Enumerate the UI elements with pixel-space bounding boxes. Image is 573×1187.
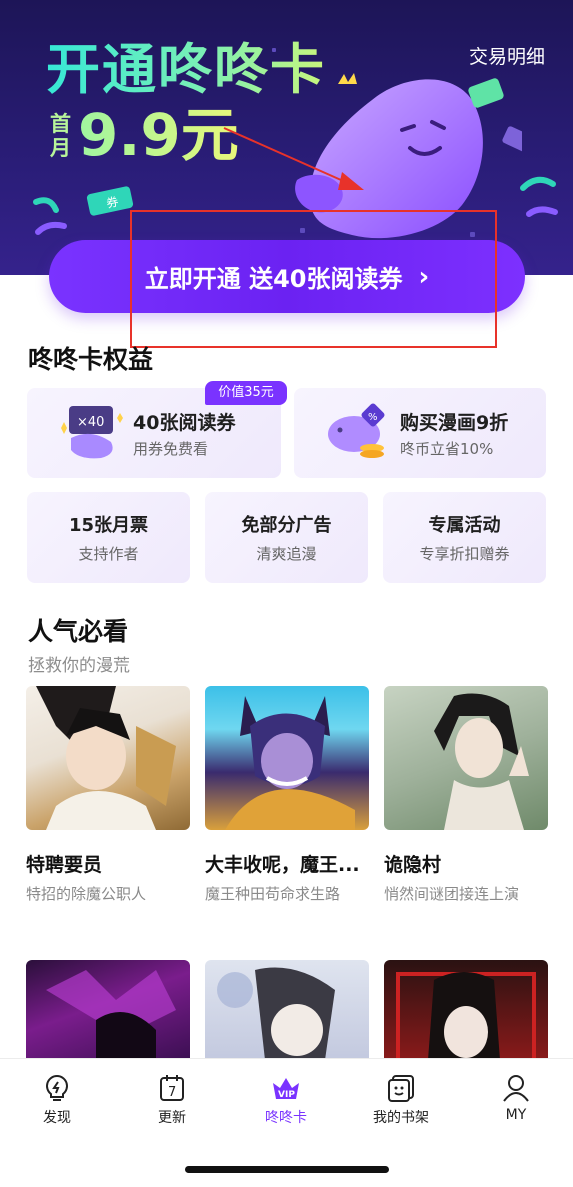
calendar-day-text: 7 [168, 1085, 176, 1100]
benefit-title: 40张阅读券 [133, 412, 236, 434]
benefit-title: 购买漫画9折 [400, 412, 509, 434]
annotation-arrow [223, 127, 364, 190]
confetti-icon [520, 176, 558, 217]
tab-label: MY [505, 1107, 527, 1123]
comic-cover[interactable] [205, 960, 369, 1060]
ticket-decoration-icon: 券 [86, 186, 134, 216]
benefit-card-tickets[interactable]: 价值35元 ×40 40张阅读券 用券免费看 [27, 381, 287, 478]
popular-subtitle: 拯救你的漫荒 [28, 656, 130, 676]
vip-icon: VIP [273, 1078, 299, 1100]
comic-description: 特招的除魔公职人 [26, 885, 147, 903]
tab-label: 更新 [158, 1110, 186, 1126]
benefit-title: 15张月票 [68, 515, 149, 536]
vip-icon-text: VIP [278, 1090, 295, 1100]
promo-title: 开通咚咚卡 [46, 38, 326, 101]
piggy-bank-icon: % [328, 403, 385, 458]
home-indicator [185, 1166, 389, 1173]
value-badge: 价值35元 [205, 381, 287, 405]
comic-cover[interactable] [384, 960, 548, 1060]
benefit-subtitle: 清爽追漫 [256, 545, 317, 563]
promo-price: 9.9元 [78, 101, 239, 169]
tab-label: 咚咚卡 [265, 1110, 307, 1126]
lightbulb-icon [46, 1074, 68, 1101]
tab-label: 我的书架 [373, 1110, 429, 1126]
tab-discover[interactable]: 发现 [17, 1073, 97, 1127]
promo-price-prefix: 首月 [50, 112, 71, 160]
tab-updates[interactable]: 7 更新 [132, 1073, 212, 1127]
benefit-subtitle: 专享折扣赠券 [419, 545, 510, 563]
comic-title: 诡隐村 [384, 854, 442, 876]
ticket-multiplier-label: ×40 [77, 415, 104, 430]
bookshelf-icon [388, 1075, 414, 1102]
comic-card[interactable]: 诡隐村 悄然间谜团接连上演 [384, 686, 548, 904]
ticket-icon: ×40 [61, 406, 123, 459]
comic-title: 特聘要员 [26, 854, 103, 876]
tab-bookshelf[interactable]: 我的书架 [361, 1073, 441, 1127]
comic-description: 魔王种田苟命求生路 [205, 885, 341, 903]
comic-title: 大丰收呢，魔王... [205, 854, 360, 876]
popular-title: 人气必看 [28, 617, 129, 646]
comic-description: 悄然间谜团接连上演 [384, 885, 520, 903]
comic-cover[interactable] [205, 686, 369, 830]
svg-text:%: % [368, 412, 378, 423]
benefit-title: 专属活动 [428, 515, 501, 536]
benefit-card-ad-free[interactable]: 免部分广告 清爽追漫 [205, 492, 368, 583]
tab-vip-card[interactable]: VIP 咚咚卡 [246, 1073, 326, 1127]
benefit-card-discount[interactable]: % 购买漫画9折 咚币立省10% [294, 388, 546, 478]
benefits-title: 咚咚卡权益 [28, 345, 154, 374]
benefit-subtitle: 咚币立省10% [400, 440, 494, 458]
comic-card[interactable]: 大丰收呢，魔王... 魔王种田苟命求生路 [205, 686, 369, 904]
tab-label: 发现 [43, 1110, 71, 1126]
benefit-card-events[interactable]: 专属活动 专享折扣赠券 [383, 492, 546, 583]
tab-my[interactable]: MY [476, 1073, 556, 1123]
benefit-card-monthly-tickets[interactable]: 15张月票 支持作者 [27, 492, 190, 583]
user-icon [503, 1075, 529, 1102]
annotation-highlight-box [130, 210, 497, 348]
benefit-title: 免部分广告 [241, 515, 332, 536]
comic-cover[interactable] [384, 686, 548, 830]
comic-cover[interactable] [26, 960, 190, 1060]
comic-cover[interactable] [26, 686, 190, 830]
comic-card[interactable]: 特聘要员 特招的除魔公职人 [26, 686, 190, 904]
benefit-subtitle: 支持作者 [78, 545, 139, 563]
calendar-icon: 7 [160, 1075, 184, 1101]
confetti-icon [33, 197, 67, 235]
benefit-subtitle: 用券免费看 [133, 440, 209, 458]
